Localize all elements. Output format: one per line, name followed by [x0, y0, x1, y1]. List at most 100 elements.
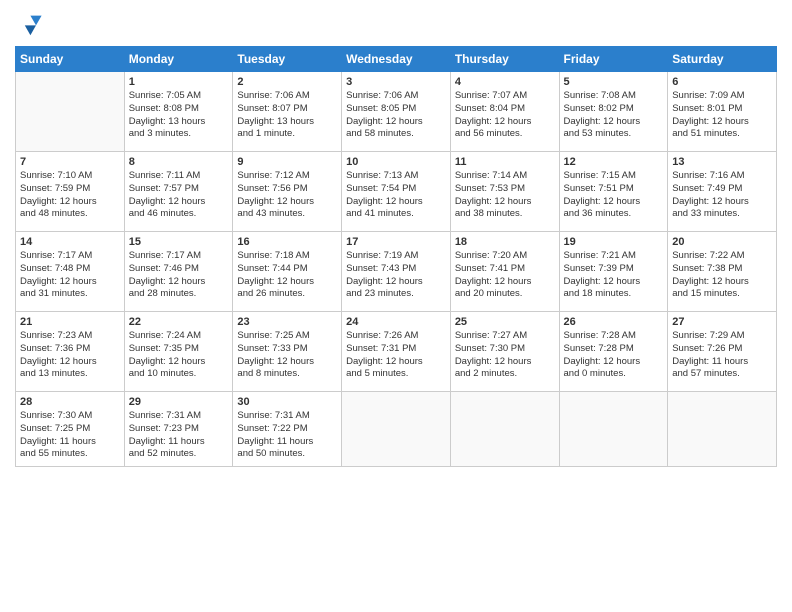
day-number: 15 — [129, 236, 229, 248]
calendar-cell: 3 Sunrise: 7:06 AM Sunset: 8:05 PM Daylig… — [342, 72, 451, 152]
day-number: 10 — [346, 156, 446, 168]
day-number: 3 — [346, 76, 446, 88]
day-number: 4 — [455, 76, 555, 88]
calendar-cell — [668, 392, 777, 467]
day-number: 19 — [564, 236, 664, 248]
calendar-cell — [16, 72, 125, 152]
day-info: Sunrise: 7:18 AM Sunset: 7:44 PM Dayligh… — [237, 250, 337, 301]
calendar-table: SundayMondayTuesdayWednesdayThursdayFrid… — [15, 46, 777, 467]
weekday-header: Sunday — [16, 47, 125, 72]
weekday-header: Saturday — [668, 47, 777, 72]
calendar-cell — [450, 392, 559, 467]
day-number: 18 — [455, 236, 555, 248]
calendar-cell: 8Sunrise: 7:11 AM Sunset: 7:57 PM Daylig… — [124, 152, 233, 232]
logo-icon — [15, 10, 43, 38]
weekday-header: Wednesday — [342, 47, 451, 72]
day-number: 30 — [237, 396, 337, 408]
day-info: Sunrise: 7:27 AM Sunset: 7:30 PM Dayligh… — [455, 330, 555, 381]
day-number: 14 — [20, 236, 120, 248]
calendar-cell: 23 Sunrise: 7:25 AM Sunset: 7:33 PM Dayli… — [233, 312, 342, 392]
calendar-week-row: 21 Sunrise: 7:23 AM Sunset: 7:36 PM Dayli… — [16, 312, 777, 392]
calendar-cell: 26 Sunrise: 7:28 AM Sunset: 7:28 PM Dayli… — [559, 312, 668, 392]
day-info: Sunrise: 7:10 AM Sunset: 7:59 PM Dayligh… — [20, 170, 120, 221]
calendar-cell: 27Sunrise: 7:29 AM Sunset: 7:26 PM Dayli… — [668, 312, 777, 392]
calendar-cell: 16 Sunrise: 7:18 AM Sunset: 7:44 PM Dayli… — [233, 232, 342, 312]
calendar-cell: 18 Sunrise: 7:20 AM Sunset: 7:41 PM Dayli… — [450, 232, 559, 312]
calendar-cell — [342, 392, 451, 467]
calendar-cell: 15 Sunrise: 7:17 AM Sunset: 7:46 PM Dayli… — [124, 232, 233, 312]
day-info: Sunrise: 7:31 AM Sunset: 7:22 PM Dayligh… — [237, 410, 337, 461]
calendar-cell: 2Sunrise: 7:06 AM Sunset: 8:07 PM Daylig… — [233, 72, 342, 152]
day-info: Sunrise: 7:13 AM Sunset: 7:54 PM Dayligh… — [346, 170, 446, 221]
calendar-cell: 9 Sunrise: 7:12 AM Sunset: 7:56 PM Daylig… — [233, 152, 342, 232]
calendar-cell: 13 Sunrise: 7:16 AM Sunset: 7:49 PM Dayli… — [668, 152, 777, 232]
calendar-cell: 20Sunrise: 7:22 AM Sunset: 7:38 PM Dayli… — [668, 232, 777, 312]
day-number: 25 — [455, 316, 555, 328]
calendar-week-row: 7 Sunrise: 7:10 AM Sunset: 7:59 PM Daylig… — [16, 152, 777, 232]
day-info: Sunrise: 7:17 AM Sunset: 7:46 PM Dayligh… — [129, 250, 229, 301]
day-info: Sunrise: 7:16 AM Sunset: 7:49 PM Dayligh… — [672, 170, 772, 221]
day-info: Sunrise: 7:07 AM Sunset: 8:04 PM Dayligh… — [455, 90, 555, 141]
calendar-cell — [559, 392, 668, 467]
logo — [15, 10, 45, 38]
day-number: 16 — [237, 236, 337, 248]
day-info: Sunrise: 7:19 AM Sunset: 7:43 PM Dayligh… — [346, 250, 446, 301]
calendar-cell: 14 Sunrise: 7:17 AM Sunset: 7:48 PM Dayli… — [16, 232, 125, 312]
day-number: 11 — [455, 156, 555, 168]
day-info: Sunrise: 7:28 AM Sunset: 7:28 PM Dayligh… — [564, 330, 664, 381]
day-info: Sunrise: 7:17 AM Sunset: 7:48 PM Dayligh… — [20, 250, 120, 301]
day-info: Sunrise: 7:25 AM Sunset: 7:33 PM Dayligh… — [237, 330, 337, 381]
day-info: Sunrise: 7:31 AM Sunset: 7:23 PM Dayligh… — [129, 410, 229, 461]
calendar-cell: 5Sunrise: 7:08 AM Sunset: 8:02 PM Daylig… — [559, 72, 668, 152]
day-number: 1 — [129, 76, 229, 88]
calendar-cell: 24 Sunrise: 7:26 AM Sunset: 7:31 PM Dayli… — [342, 312, 451, 392]
day-number: 20 — [672, 236, 772, 248]
day-info: Sunrise: 7:12 AM Sunset: 7:56 PM Dayligh… — [237, 170, 337, 221]
calendar-cell: 17 Sunrise: 7:19 AM Sunset: 7:43 PM Dayli… — [342, 232, 451, 312]
day-info: Sunrise: 7:14 AM Sunset: 7:53 PM Dayligh… — [455, 170, 555, 221]
day-info: Sunrise: 7:23 AM Sunset: 7:36 PM Dayligh… — [20, 330, 120, 381]
day-info: Sunrise: 7:26 AM Sunset: 7:31 PM Dayligh… — [346, 330, 446, 381]
day-info: Sunrise: 7:08 AM Sunset: 8:02 PM Dayligh… — [564, 90, 664, 141]
day-number: 24 — [346, 316, 446, 328]
calendar-cell: 30 Sunrise: 7:31 AM Sunset: 7:22 PM Dayli… — [233, 392, 342, 467]
calendar-cell: 10 Sunrise: 7:13 AM Sunset: 7:54 PM Dayli… — [342, 152, 451, 232]
day-info: Sunrise: 7:09 AM Sunset: 8:01 PM Dayligh… — [672, 90, 772, 141]
day-number: 12 — [564, 156, 664, 168]
calendar-cell: 6 Sunrise: 7:09 AM Sunset: 8:01 PM Daylig… — [668, 72, 777, 152]
day-number: 13 — [672, 156, 772, 168]
weekday-header: Tuesday — [233, 47, 342, 72]
day-info: Sunrise: 7:24 AM Sunset: 7:35 PM Dayligh… — [129, 330, 229, 381]
day-number: 22 — [129, 316, 229, 328]
day-number: 7 — [20, 156, 120, 168]
header — [15, 10, 777, 38]
calendar-cell: 19Sunrise: 7:21 AM Sunset: 7:39 PM Dayli… — [559, 232, 668, 312]
day-number: 21 — [20, 316, 120, 328]
calendar-cell: 28Sunrise: 7:30 AM Sunset: 7:25 PM Dayli… — [16, 392, 125, 467]
calendar-week-row: 1 Sunrise: 7:05 AM Sunset: 8:08 PM Daylig… — [16, 72, 777, 152]
day-number: 6 — [672, 76, 772, 88]
weekday-header: Thursday — [450, 47, 559, 72]
calendar-week-row: 28Sunrise: 7:30 AM Sunset: 7:25 PM Dayli… — [16, 392, 777, 467]
day-info: Sunrise: 7:11 AM Sunset: 7:57 PM Dayligh… — [129, 170, 229, 221]
day-number: 23 — [237, 316, 337, 328]
day-info: Sunrise: 7:06 AM Sunset: 8:05 PM Dayligh… — [346, 90, 446, 141]
calendar-cell: 7 Sunrise: 7:10 AM Sunset: 7:59 PM Daylig… — [16, 152, 125, 232]
weekday-header: Monday — [124, 47, 233, 72]
day-info: Sunrise: 7:20 AM Sunset: 7:41 PM Dayligh… — [455, 250, 555, 301]
calendar-cell: 22 Sunrise: 7:24 AM Sunset: 7:35 PM Dayli… — [124, 312, 233, 392]
calendar-cell: 1 Sunrise: 7:05 AM Sunset: 8:08 PM Daylig… — [124, 72, 233, 152]
day-info: Sunrise: 7:15 AM Sunset: 7:51 PM Dayligh… — [564, 170, 664, 221]
calendar-cell: 12 Sunrise: 7:15 AM Sunset: 7:51 PM Dayli… — [559, 152, 668, 232]
day-number: 9 — [237, 156, 337, 168]
day-number: 27 — [672, 316, 772, 328]
calendar-cell: 25 Sunrise: 7:27 AM Sunset: 7:30 PM Dayli… — [450, 312, 559, 392]
day-number: 29 — [129, 396, 229, 408]
day-number: 26 — [564, 316, 664, 328]
day-info: Sunrise: 7:30 AM Sunset: 7:25 PM Dayligh… — [20, 410, 120, 461]
day-info: Sunrise: 7:06 AM Sunset: 8:07 PM Dayligh… — [237, 90, 337, 141]
day-info: Sunrise: 7:05 AM Sunset: 8:08 PM Dayligh… — [129, 90, 229, 141]
day-number: 17 — [346, 236, 446, 248]
main-container: SundayMondayTuesdayWednesdayThursdayFrid… — [0, 0, 792, 477]
calendar-cell: 4 Sunrise: 7:07 AM Sunset: 8:04 PM Daylig… — [450, 72, 559, 152]
